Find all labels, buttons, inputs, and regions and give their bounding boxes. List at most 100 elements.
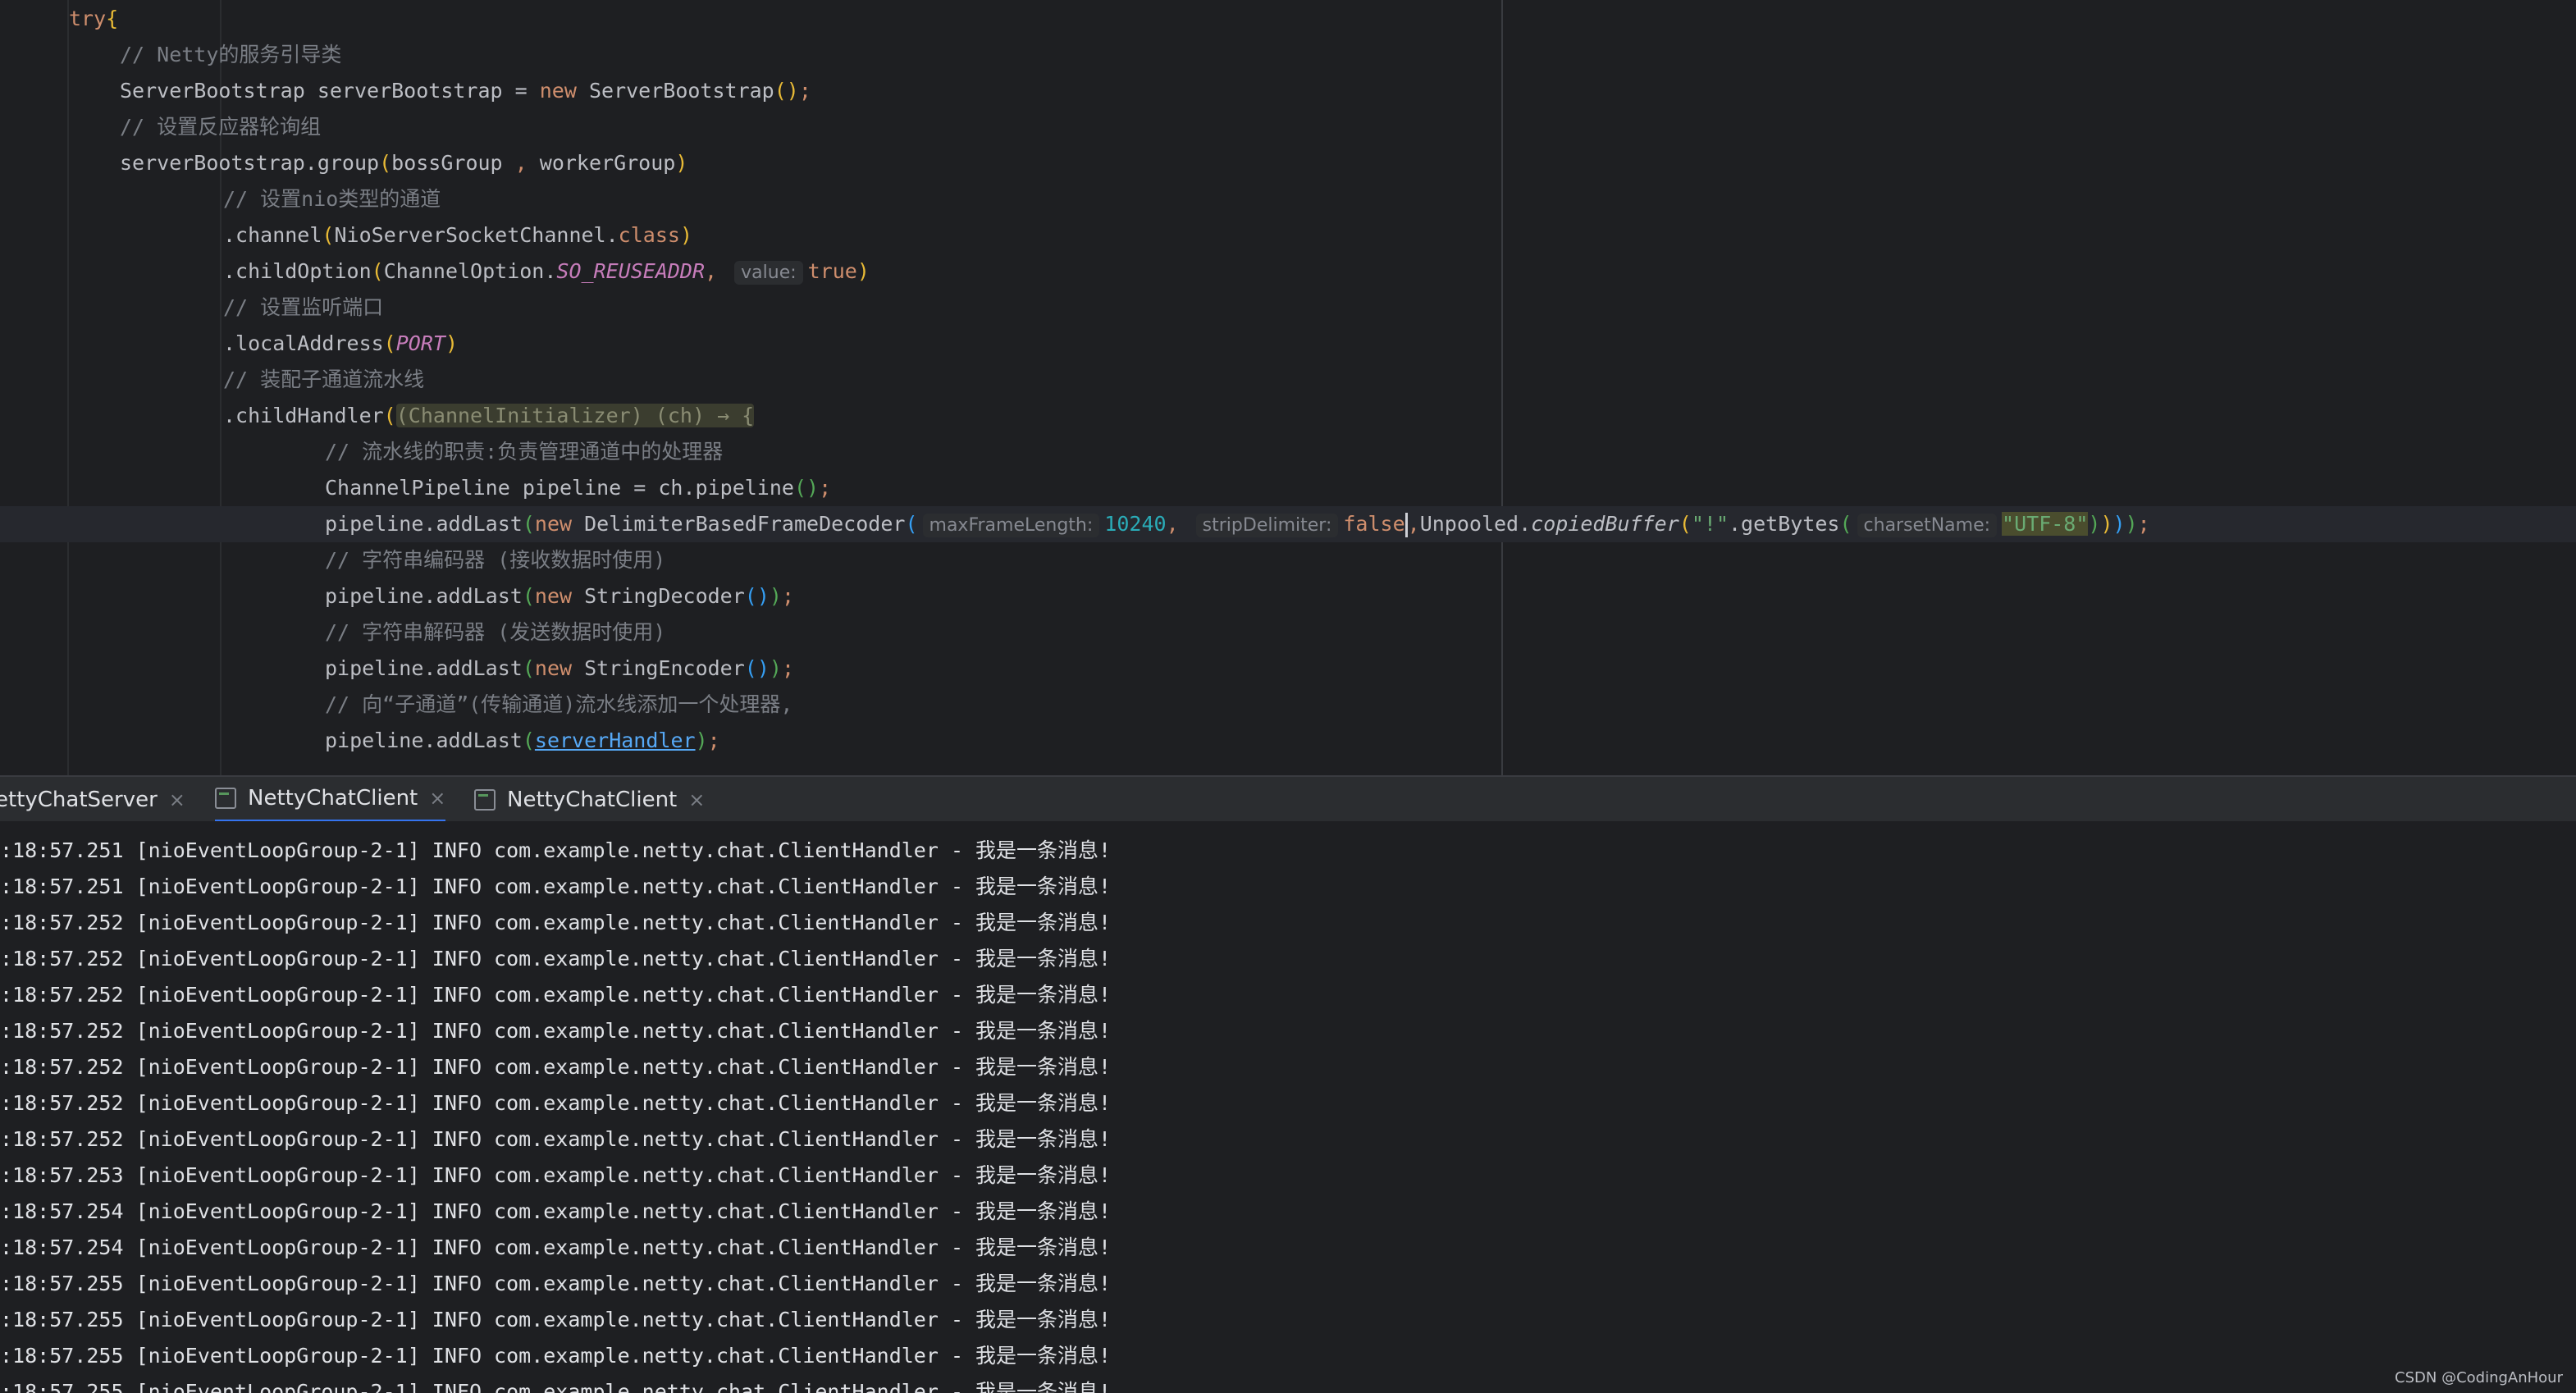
run-tab[interactable]: NettyChatClient × xyxy=(474,777,705,823)
code-line[interactable]: .channel(NioServerSocketChannel.class) xyxy=(0,217,692,253)
code-token: pipeline.addLast xyxy=(325,656,523,680)
code-token: ( xyxy=(1679,512,1692,536)
code-token: NioServerSocketChannel. xyxy=(334,223,619,247)
code-line[interactable]: // 流水线的职责:负责管理通道中的处理器 xyxy=(0,434,723,470)
code-line[interactable]: .childHandler((ChannelInitializer) (ch) … xyxy=(0,398,755,434)
code-token: // 流水线的职责:负责管理通道中的处理器 xyxy=(325,440,724,464)
code-token: ( xyxy=(522,512,535,536)
parameter-hint: stripDelimiter: xyxy=(1195,514,1339,537)
code-line[interactable]: ChannelPipeline pipeline = ch.pipeline()… xyxy=(0,470,831,506)
code-token: ) xyxy=(2125,512,2138,536)
code-line[interactable]: try{ xyxy=(0,1,118,37)
code-token: .getBytes xyxy=(1729,512,1840,536)
code-token: new xyxy=(534,584,585,608)
code-token: ChannelPipeline pipeline = ch.pipeline xyxy=(325,476,794,500)
console-icon xyxy=(215,788,236,809)
code-token: ) xyxy=(695,728,708,752)
run-tool-window-tabs: ettyChatServer × NettyChatClient × NettyChat… xyxy=(0,775,2576,824)
code-token: ( xyxy=(371,259,384,283)
code-line[interactable]: // 设置监听端口 xyxy=(0,290,383,326)
code-token: ) xyxy=(2100,512,2113,536)
code-line[interactable]: // 装配子通道流水线 xyxy=(0,362,424,398)
code-token: // 设置监听端口 xyxy=(223,295,384,319)
close-icon[interactable]: × xyxy=(169,777,185,823)
code-line[interactable]: // 向“子通道”(传输通道)流水线添加一个处理器, xyxy=(0,687,792,723)
code-line[interactable]: serverBootstrap.group(bossGroup , worker… xyxy=(0,145,687,181)
code-line[interactable]: pipeline.addLast(new StringEncoder()); xyxy=(0,651,794,687)
code-token: 10240 xyxy=(1104,512,1167,536)
code-token: .localAddress xyxy=(223,331,384,355)
log-line: :18:57.252 [nioEventLoopGroup-2-1] INFO … xyxy=(0,911,1112,934)
code-editor[interactable]: try{// Netty的服务引导类 ServerBootstrap server… xyxy=(0,0,2576,775)
code-line[interactable]: .childOption(ChannelOption.SO_REUSEADDR,… xyxy=(0,253,870,290)
code-line[interactable]: // 设置nio类型的通道 xyxy=(0,181,441,217)
code-token: StringEncoder xyxy=(584,656,745,680)
code-line[interactable]: ServerBootstrap serverBootstrap = new Se… xyxy=(0,73,811,109)
code-line[interactable]: // 字符串编码器 (接收数据时使用) xyxy=(0,542,665,578)
code-line[interactable]: // Netty的服务引导类 xyxy=(0,37,341,73)
code-token: ChannelOption. xyxy=(383,259,557,283)
tab-label: ettyChatServer xyxy=(0,788,158,812)
code-token: ( xyxy=(383,331,396,355)
code-token: // 字符串解码器 (发送数据时使用) xyxy=(325,620,666,644)
code-token: workerGroup xyxy=(539,151,676,175)
log-line: :18:57.252 [nioEventLoopGroup-2-1] INFO … xyxy=(0,947,1112,971)
code-token: ) xyxy=(769,584,782,608)
code-token: "UTF-8" xyxy=(2002,512,2089,536)
code-token: class xyxy=(618,223,680,247)
log-line: :18:57.253 [nioEventLoopGroup-2-1] INFO … xyxy=(0,1163,1112,1187)
code-token: ServerBootstrap serverBootstrap = xyxy=(120,79,540,103)
code-token: ; xyxy=(819,476,832,500)
code-token: , xyxy=(514,151,540,175)
close-icon[interactable]: × xyxy=(688,777,705,823)
code-token: ( xyxy=(322,223,335,247)
code-token: ( xyxy=(383,404,396,427)
code-token: new xyxy=(534,656,585,680)
log-line: :18:57.254 [nioEventLoopGroup-2-1] INFO … xyxy=(0,1199,1112,1223)
code-token: // 装配子通道流水线 xyxy=(223,368,425,391)
code-token: ) xyxy=(2088,512,2101,536)
code-token: new xyxy=(534,512,585,536)
log-line: :18:57.255 [nioEventLoopGroup-2-1] INFO … xyxy=(0,1272,1112,1295)
parameter-hint: charsetName: xyxy=(1857,514,1998,537)
code-token: ( xyxy=(379,151,392,175)
code-token: copiedBuffer xyxy=(1531,512,1679,536)
code-token: // 设置nio类型的通道 xyxy=(223,187,441,211)
parameter-hint: maxFrameLength: xyxy=(922,514,1100,537)
run-tab[interactable]: ettyChatServer × xyxy=(0,777,185,823)
code-token: ; xyxy=(781,584,795,608)
code-line[interactable]: pipeline.addLast(new StringDecoder()); xyxy=(0,578,794,614)
right-margin-guide xyxy=(1501,0,1503,775)
code-line[interactable]: // 字符串解码器 (发送数据时使用) xyxy=(0,614,665,651)
code-token: pipeline.addLast xyxy=(325,584,523,608)
code-token: pipeline.addLast xyxy=(325,512,523,536)
code-token: .childOption xyxy=(223,259,372,283)
code-token: { xyxy=(106,7,119,30)
code-token: serverBootstrap.group xyxy=(120,151,380,175)
code-line[interactable]: // 设置反应器轮询组 xyxy=(0,109,321,145)
code-token: ) xyxy=(2112,512,2126,536)
code-line[interactable]: pipeline.addLast(serverHandler); xyxy=(0,723,720,759)
code-token: ( xyxy=(522,728,535,752)
code-token: // 字符串编码器 (接收数据时使用) xyxy=(325,548,666,572)
code-token: ; xyxy=(707,728,720,752)
run-tab[interactable]: NettyChatClient × xyxy=(215,775,446,823)
code-token: , xyxy=(705,259,730,283)
log-line: :18:57.255 [nioEventLoopGroup-2-1] INFO … xyxy=(0,1344,1112,1368)
code-token: () xyxy=(744,656,770,680)
log-line: :18:57.254 [nioEventLoopGroup-2-1] INFO … xyxy=(0,1235,1112,1259)
code-token: ServerBootstrap xyxy=(588,79,774,103)
code-token: ; xyxy=(2137,512,2150,536)
code-token: () xyxy=(744,584,770,608)
code-token: // 向“子通道”(传输通道)流水线添加一个处理器, xyxy=(325,692,793,716)
code-token: PORT xyxy=(395,331,445,355)
log-line: :18:57.252 [nioEventLoopGroup-2-1] INFO … xyxy=(0,1019,1112,1043)
code-token: ) xyxy=(445,331,459,355)
code-token: ( xyxy=(522,584,535,608)
close-icon[interactable]: × xyxy=(429,775,445,821)
console-output[interactable]: :18:57.251 [nioEventLoopGroup-2-1] INFO … xyxy=(0,821,2576,1393)
code-token: ( xyxy=(905,512,918,536)
code-line[interactable]: .localAddress(PORT) xyxy=(0,326,458,362)
code-line-current[interactable]: pipeline.addLast(new DelimiterBasedFrame… xyxy=(0,506,2576,542)
code-token: // 设置反应器轮询组 xyxy=(120,115,322,139)
